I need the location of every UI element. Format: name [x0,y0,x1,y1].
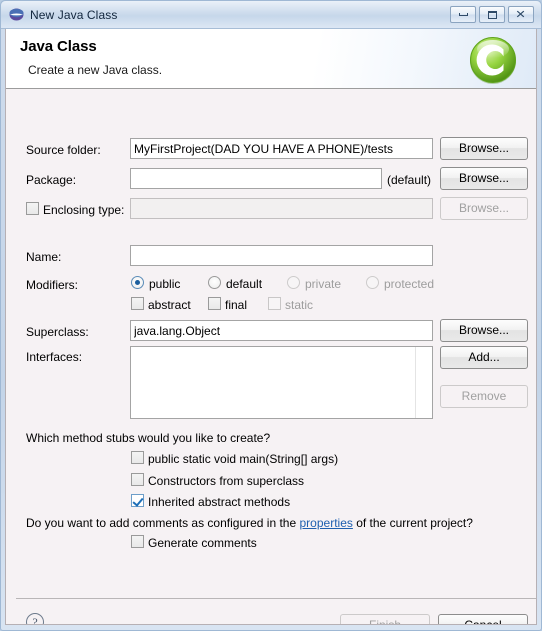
package-browse-button[interactable]: Browse... [440,167,528,190]
comments-question-prefix: Do you want to add comments as configure… [26,516,300,530]
method-stubs-question: Which method stubs would you like to cre… [26,431,271,445]
close-icon: ✕ [515,8,527,21]
maximize-button[interactable] [479,6,505,23]
package-default-hint: (default) [387,173,432,187]
modifier-label-default: default [226,277,263,291]
superclass-input[interactable] [130,320,433,341]
name-label: Name: [26,250,62,264]
page-title: Java Class [20,38,97,55]
modifier-checkbox-abstract[interactable] [131,297,144,310]
modifier-radio-public[interactable] [131,276,144,289]
modifier-label-final: final [225,298,248,312]
dialog-window: New Java Class ✕ Java Class Create a new… [0,0,542,631]
source-folder-label: Source folder: [26,143,101,157]
modifier-radio-protected[interactable] [366,276,379,289]
comments-question-suffix: of the current project? [352,516,473,530]
maximize-icon [487,10,497,19]
superclass-label: Superclass: [26,325,89,339]
stub-checkbox-constructors[interactable] [131,473,144,486]
interfaces-list[interactable] [130,346,433,419]
stub-label-main-method: public static void main(String[] args) [148,452,339,466]
modifier-label-public: public [149,277,181,291]
java-class-wizard-icon [467,34,519,86]
enclosing-type-checkbox[interactable] [26,202,39,215]
stub-label-constructors: Constructors from superclass [148,474,305,488]
window-title: New Java Class [30,7,118,22]
modifier-label-static: static [285,298,314,312]
properties-link[interactable]: properties [300,516,353,530]
modifier-radio-default[interactable] [208,276,221,289]
comments-question: Do you want to add comments as configure… [26,516,473,530]
enclosing-type-label: Enclosing type: [43,203,125,217]
package-input[interactable] [130,168,382,189]
modifiers-label: Modifiers: [26,278,79,292]
window-controls: ✕ [450,6,534,23]
generate-comments-label: Generate comments [148,536,257,550]
modifier-radio-private[interactable] [287,276,300,289]
superclass-browse-button[interactable]: Browse... [440,319,528,342]
finish-button[interactable]: Finish [340,614,430,624]
enclosing-type-browse-button[interactable]: Browse... [440,197,528,220]
eclipse-sphere-icon [9,7,24,22]
stub-label-inherited-abstract: Inherited abstract methods [148,495,291,509]
modifier-label-protected: protected [384,277,435,291]
stub-checkbox-inherited-abstract[interactable] [131,494,144,507]
modifier-checkbox-final[interactable] [208,297,221,310]
title-bar: New Java Class ✕ [1,1,541,29]
source-folder-input[interactable] [130,138,433,159]
enclosing-type-input[interactable] [130,198,433,219]
wizard-header: Java Class Create a new Java class. [6,29,536,89]
minimize-icon [458,13,468,16]
interfaces-remove-button[interactable]: Remove [440,385,528,408]
wizard-body: Source folder: Browse... Package: (defau… [6,90,536,624]
interfaces-add-button[interactable]: Add... [440,346,528,369]
name-input[interactable] [130,245,433,266]
interfaces-list-scrollbar[interactable] [415,347,432,418]
modifier-checkbox-static[interactable] [268,297,281,310]
minimize-button[interactable] [450,6,476,23]
generate-comments-checkbox[interactable] [131,535,144,548]
page-subtitle: Create a new Java class. [28,63,163,77]
cancel-button[interactable]: Cancel [438,614,528,624]
help-icon[interactable]: ? [26,613,44,624]
interfaces-label: Interfaces: [26,350,83,364]
close-button[interactable]: ✕ [508,6,534,23]
dialog-client-area: Java Class Create a new Java class. Sour… [5,29,537,625]
source-folder-browse-button[interactable]: Browse... [440,137,528,160]
footer-separator [16,598,536,599]
modifier-label-private: private [305,277,342,291]
package-label: Package: [26,173,77,187]
stub-checkbox-main-method[interactable] [131,451,144,464]
modifier-label-abstract: abstract [148,298,191,312]
